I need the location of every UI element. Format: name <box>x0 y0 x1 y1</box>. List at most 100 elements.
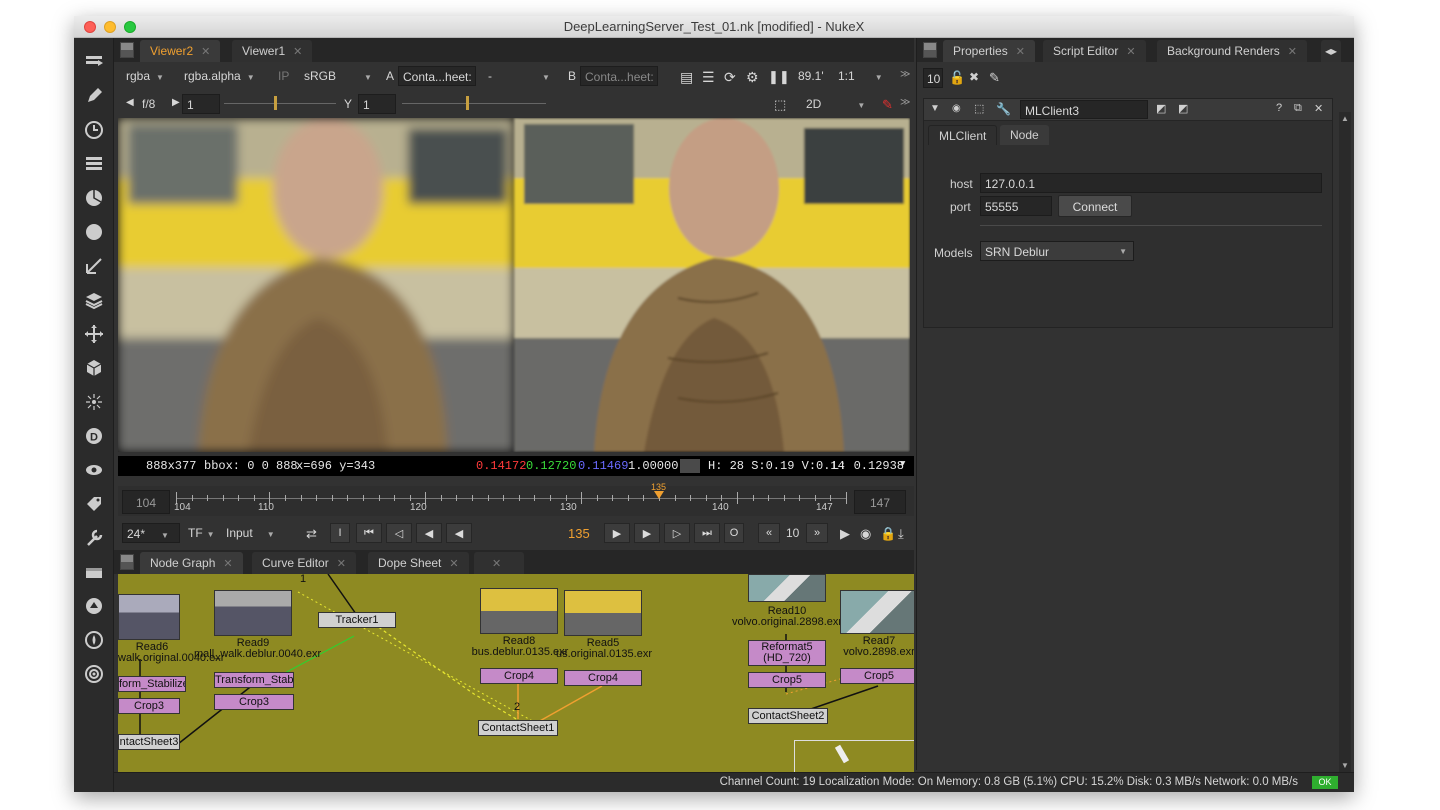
color-picker-icon[interactable]: ✎ <box>878 94 897 114</box>
node-crop4-a[interactable]: Crop4 <box>480 668 558 684</box>
node-color-icon[interactable]: ◉ <box>952 103 961 114</box>
first-frame-button[interactable]: ⏮ <box>356 523 382 543</box>
close-panel-icon[interactable]: ✕ <box>1314 102 1323 115</box>
tab-curve-editor[interactable]: Curve Editor ✕ <box>252 552 356 574</box>
tab-script-editor[interactable]: Script Editor ✕ <box>1043 40 1146 62</box>
center-node-icon[interactable]: ⬚ <box>974 102 984 115</box>
timeline-start-field[interactable]: 104 <box>122 490 170 514</box>
next-frame-button[interactable]: ▶ <box>634 523 660 543</box>
step-forward-button[interactable]: » <box>806 523 828 543</box>
close-tab-icon[interactable]: ✕ <box>293 46 302 58</box>
max-panels-field[interactable]: 10 <box>923 68 943 88</box>
a-input-dropdown[interactable]: Conta...heet: <box>398 66 476 86</box>
3d-icon[interactable] <box>82 356 106 380</box>
pane-menu-handle[interactable] <box>120 42 134 58</box>
close-tab-icon[interactable]: ✕ <box>223 558 232 570</box>
prev-keyframe-button[interactable]: ◁ <box>386 523 412 543</box>
loop-icon[interactable]: ⇄ <box>302 523 321 543</box>
tab-viewer2[interactable]: Viewer2 ✕ <box>140 40 221 62</box>
expand-chevron-icon[interactable]: ≫ <box>896 66 914 86</box>
tab-viewer1[interactable]: Viewer1 ✕ <box>232 40 313 62</box>
play-forward-button[interactable]: ▶ <box>604 523 630 543</box>
node-tracker1[interactable]: Tracker1 <box>318 612 396 628</box>
connect-button[interactable]: Connect <box>1058 195 1132 217</box>
undo-icon[interactable]: ◩ <box>1156 102 1166 115</box>
node-name-field[interactable]: MLClient3 <box>1020 100 1148 119</box>
ocula-icon[interactable] <box>82 628 106 652</box>
tab-mlclient[interactable]: MLClient <box>928 125 998 145</box>
host-field[interactable]: 127.0.0.1 <box>980 173 1322 193</box>
other-icon[interactable] <box>82 560 106 584</box>
frame-step-field[interactable]: 10 <box>782 523 803 543</box>
pencil-icon[interactable]: ✎ <box>989 70 1000 86</box>
merge-icon[interactable] <box>82 288 106 312</box>
tab-empty[interactable]: ✕ <box>474 552 524 574</box>
node-transform-stabilize-b[interactable]: Transform_Stabilize1 <box>214 672 294 688</box>
toolsets-icon[interactable] <box>82 526 106 550</box>
views-icon[interactable] <box>82 458 106 482</box>
in-point-button[interactable]: I <box>330 523 350 543</box>
draw-icon[interactable] <box>82 84 106 108</box>
node-crop3-b[interactable]: Crop3 <box>214 694 294 710</box>
port-field[interactable]: 55555 <box>980 196 1052 216</box>
roi-icon[interactable]: ⚙ <box>742 66 763 86</box>
metadata-icon[interactable] <box>82 492 106 516</box>
gain-slider[interactable] <box>224 94 336 114</box>
tab-properties[interactable]: Properties ✕ <box>943 40 1035 62</box>
stack-icon[interactable]: ☰ <box>698 66 719 86</box>
ip-toggle[interactable]: IP <box>274 66 293 86</box>
node-transform-stabilize-a[interactable]: form_Stabilize1 <box>118 676 186 692</box>
play-backward-button[interactable]: ◀ <box>446 523 472 543</box>
models-dropdown[interactable]: SRN Deblur ▼ <box>980 241 1134 261</box>
channels-dropdown[interactable]: rgba ▼ <box>122 66 178 86</box>
expand-chevron-icon[interactable]: ≫ <box>896 94 914 114</box>
pane-menu-handle[interactable] <box>120 554 134 570</box>
node-crop5-b[interactable]: Crop5 <box>840 668 914 684</box>
gamma-input[interactable]: 1 <box>358 94 396 114</box>
image-icon[interactable] <box>82 50 106 74</box>
properties-scrollbar[interactable]: ▲ ▼ <box>1339 112 1351 772</box>
help-icon[interactable]: ? <box>1276 102 1282 114</box>
graph-minimap[interactable] <box>794 740 914 772</box>
zoom-field[interactable]: 89.1' <box>794 66 828 86</box>
revert-icon[interactable]: ◩ <box>1178 102 1188 115</box>
timeline-track[interactable]: 104 110 120 130 140 147 135 <box>174 482 847 514</box>
wrench-icon[interactable]: 🔧 <box>996 102 1011 116</box>
collapse-icon[interactable]: ▼ <box>930 103 940 114</box>
tf-dropdown[interactable]: TF ▼ <box>184 523 219 543</box>
color-icon[interactable] <box>82 186 106 210</box>
timeline[interactable]: 104 104 110 120 130 140 147 135 147 <box>118 482 914 516</box>
keyer-icon[interactable] <box>82 254 106 278</box>
pane-menu-handle[interactable] <box>923 42 937 58</box>
close-tab-icon[interactable]: ✕ <box>201 46 210 58</box>
node-reformat5[interactable]: Reformat5 (HD_720) <box>748 640 826 666</box>
wipe-icon[interactable]: ▤ <box>676 66 697 86</box>
furnace-icon[interactable] <box>82 594 106 618</box>
step-back-button[interactable]: « <box>758 523 780 543</box>
b-input-dropdown[interactable]: Conta...heet: <box>580 66 658 86</box>
timeline-end-field[interactable]: 147 <box>854 490 906 514</box>
next-keyframe-button[interactable]: ▷ <box>664 523 690 543</box>
last-frame-button[interactable]: ⏭ <box>694 523 720 543</box>
node-crop3-a[interactable]: Crop3 <box>118 698 180 714</box>
gain-input[interactable]: 1 <box>182 94 220 114</box>
node-graph-canvas[interactable]: Read6 walk.original.0040.exr form_Stabil… <box>118 574 914 772</box>
zoom-ratio-dropdown[interactable]: 1:1 ▼ <box>834 66 890 86</box>
fps-dropdown[interactable]: 24* ▼ <box>122 523 180 543</box>
tab-node-graph[interactable]: Node Graph ✕ <box>140 552 243 574</box>
lock-icon[interactable]: 🔓 <box>949 70 965 86</box>
record-icon[interactable]: ◉ <box>856 523 875 543</box>
node-contactsheet3[interactable]: ntactSheet3 <box>118 734 180 750</box>
export-icon[interactable]: ⤓ <box>894 523 908 543</box>
roi-select-icon[interactable]: ⬚ <box>770 94 790 114</box>
flipbook-icon[interactable]: ▶ <box>836 523 854 543</box>
filter-icon[interactable] <box>82 220 106 244</box>
transform-icon[interactable] <box>82 322 106 346</box>
close-tab-icon[interactable]: ✕ <box>337 558 346 570</box>
refresh-icon[interactable]: ⟳ <box>720 66 740 86</box>
float-panel-icon[interactable]: ⧉ <box>1294 102 1302 115</box>
clear-panels-icon[interactable]: ✖ <box>969 70 979 84</box>
deep-icon[interactable]: D <box>82 424 106 448</box>
channel-icon[interactable] <box>82 152 106 176</box>
view-mode-dropdown[interactable]: 2D ▼ <box>802 94 872 114</box>
